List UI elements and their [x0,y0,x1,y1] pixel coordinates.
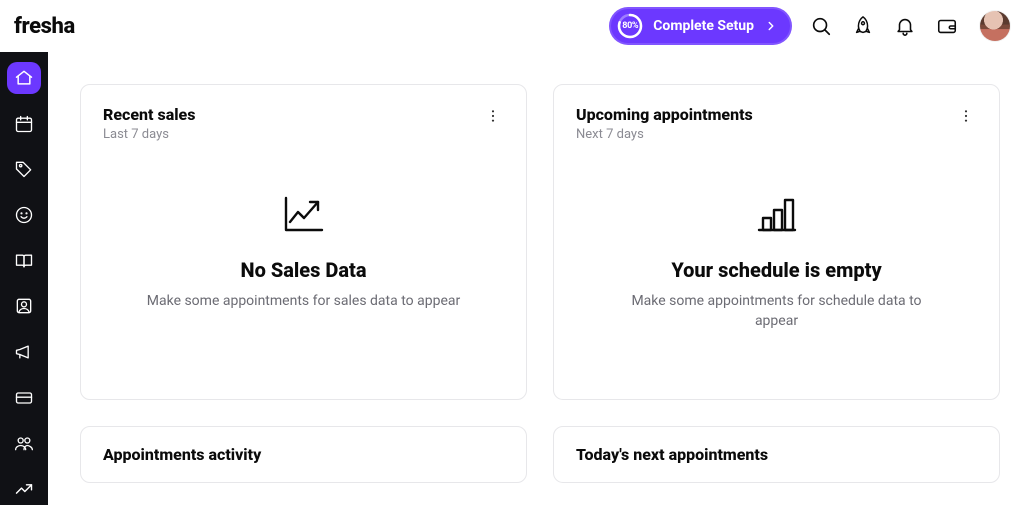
app-header: fresha 80% Complete Setup [0,0,1024,52]
card-title: Recent sales [103,105,195,124]
card-subtitle: Last 7 days [103,127,195,142]
sidebar-item-payments[interactable] [7,382,41,414]
card-recent-sales: Recent sales Last 7 days No Sales Data M… [80,84,527,400]
sidebar-item-catalog[interactable] [7,245,41,277]
sidebar-item-clients[interactable] [7,291,41,323]
card-title: Upcoming appointments [576,105,753,124]
dashboard-grid: Recent sales Last 7 days No Sales Data M… [80,84,1000,483]
main-content: Recent sales Last 7 days No Sales Data M… [48,52,1024,505]
card-subtitle: Next 7 days [576,127,753,142]
sidebar-item-reports[interactable] [7,473,41,505]
more-vertical-icon [958,108,974,124]
empty-title: No Sales Data [240,258,366,282]
sidebar-item-marketing[interactable] [7,336,41,368]
card-title-block: Upcoming appointments Next 7 days [576,105,753,142]
search-icon[interactable] [808,13,834,39]
brand-logo[interactable]: fresha [14,14,75,39]
chevron-right-icon [764,19,778,33]
rocket-icon[interactable] [850,13,876,39]
sidebar-item-feedback[interactable] [7,199,41,231]
card-title-block: Recent sales Last 7 days [103,105,195,142]
sidebar-item-tag[interactable] [7,153,41,185]
card-menu-button[interactable] [955,105,977,127]
empty-state: Your schedule is empty Make some appoint… [576,142,977,379]
sidebar-item-home[interactable] [7,62,41,94]
setup-progress-label: 80% [622,21,638,31]
complete-setup-button[interactable]: 80% Complete Setup [609,7,792,45]
card-header: Appointments activity [103,445,504,464]
empty-desc: Make some appointments for schedule data… [617,292,937,331]
empty-desc: Make some appointments for sales data to… [147,292,460,312]
card-title: Appointments activity [103,445,261,464]
empty-title: Your schedule is empty [671,258,881,282]
wallet-icon[interactable] [934,13,960,39]
line-chart-icon [284,196,324,236]
header-icons [808,11,1010,41]
sidebar-item-team[interactable] [7,428,41,460]
bar-chart-icon [757,196,797,236]
card-menu-button[interactable] [482,105,504,127]
card-todays-next: Today's next appointments [553,426,1000,483]
card-header: Today's next appointments [576,445,977,464]
empty-state: No Sales Data Make some appointments for… [103,142,504,360]
setup-label: Complete Setup [653,18,754,34]
setup-progress-ring-icon: 80% [617,13,643,39]
more-vertical-icon [485,108,501,124]
card-header: Upcoming appointments Next 7 days [576,105,977,142]
sidebar-item-calendar[interactable] [7,108,41,140]
card-appointments-activity: Appointments activity [80,426,527,483]
card-title: Today's next appointments [576,445,768,464]
card-header: Recent sales Last 7 days [103,105,504,142]
sidebar [0,52,48,505]
bell-icon[interactable] [892,13,918,39]
avatar[interactable] [980,11,1010,41]
card-upcoming-appointments: Upcoming appointments Next 7 days Your [553,84,1000,400]
